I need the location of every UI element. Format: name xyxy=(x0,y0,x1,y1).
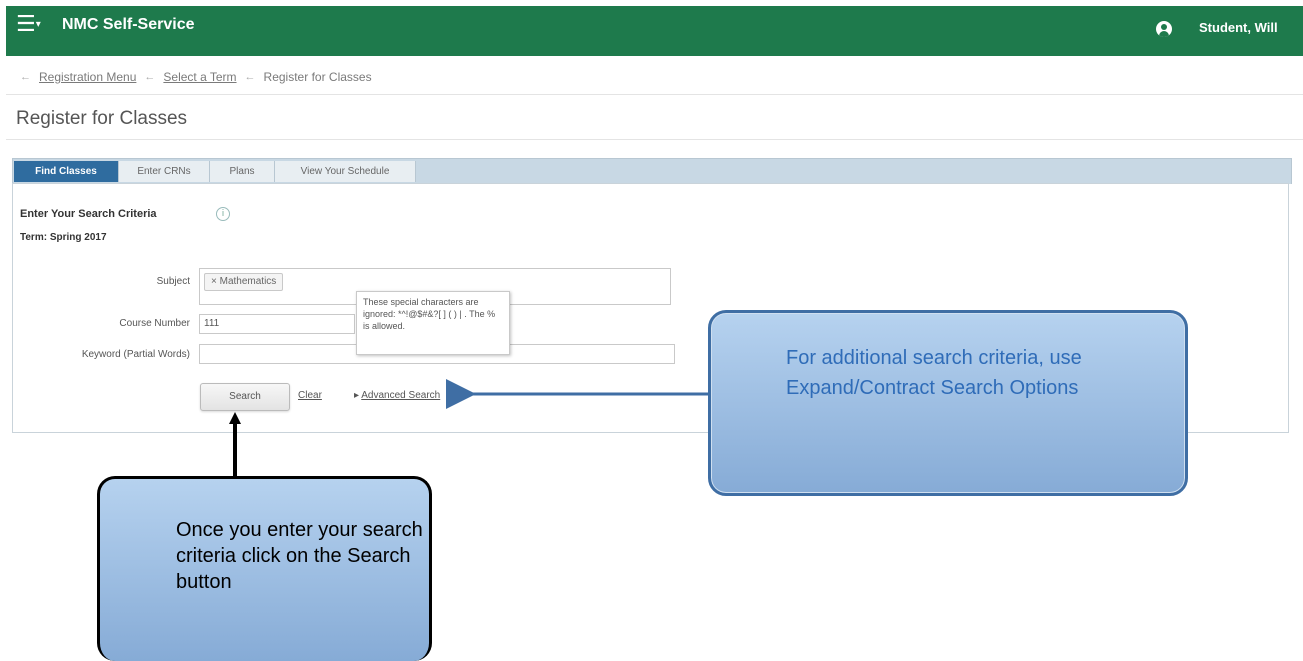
callout-arrow-left-head xyxy=(229,412,241,424)
callout-advanced-search: For additional search criteria, use Expa… xyxy=(708,310,1188,496)
callout-search-button: Once you enter your search criteria clic… xyxy=(97,476,432,661)
callout-advanced-search-text: For additional search criteria, use Expa… xyxy=(786,347,1082,399)
callout-search-button-text: Once you enter your search criteria clic… xyxy=(176,519,423,593)
